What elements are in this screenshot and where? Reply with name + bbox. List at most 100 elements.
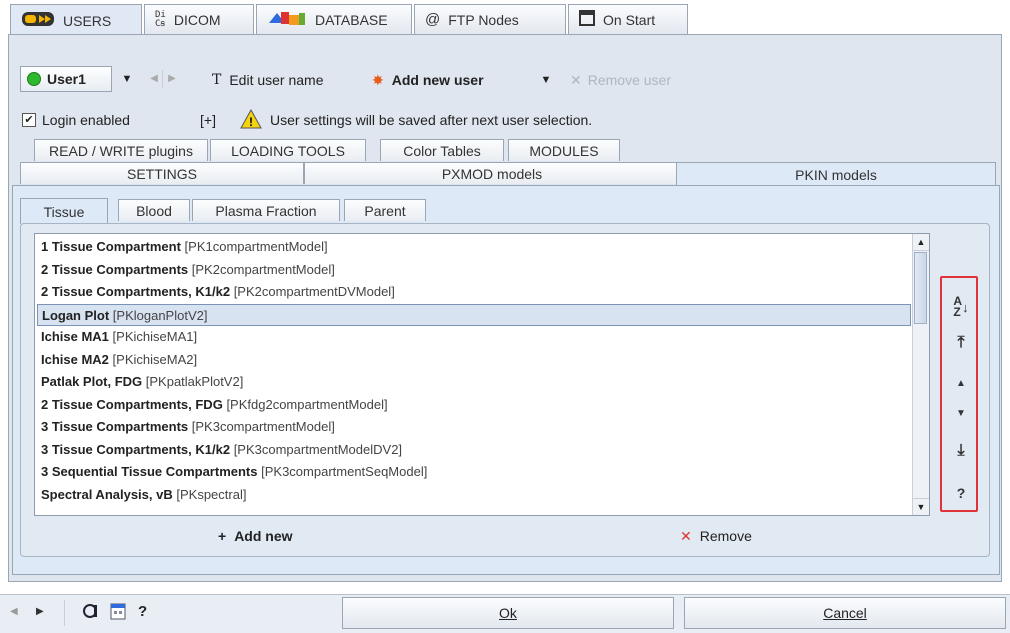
arrow-left-icon: ◀ [10, 606, 18, 617]
user-selector[interactable]: User1 [20, 66, 112, 92]
prev-user-button[interactable]: ◀ [146, 70, 163, 88]
model-name: 3 Tissue Compartments [41, 419, 189, 434]
tab-dicom-label: DICOM [173, 11, 221, 28]
list-item[interactable]: Spectral Analysis, vB [PKspectral] [37, 484, 911, 506]
user-dropdown-button[interactable]: ▼ [114, 66, 140, 92]
next-user-button[interactable]: ▶ [164, 70, 180, 88]
list-item[interactable]: 1 Tissue Compartment [PK1compartmentMode… [37, 236, 911, 258]
calendar-button[interactable] [110, 602, 126, 623]
model-id: [PKspectral] [176, 486, 247, 502]
list-item[interactable]: 2 Tissue Compartments [PK2compartmentMod… [37, 259, 911, 281]
close-icon: ✕ [680, 527, 692, 544]
list-item[interactable]: Logan Plot [PKloganPlotV2] [37, 303, 911, 326]
tab-label: Tissue [43, 203, 85, 220]
tab-label: READ / WRITE plugins [49, 142, 193, 159]
scroll-thumb[interactable] [914, 252, 927, 324]
arrow-up-icon: ▲ [916, 237, 926, 247]
close-icon: ✕ [570, 71, 582, 88]
tab-on-start-label: On Start [603, 11, 656, 28]
arrow-down-icon: ▼ [956, 407, 966, 419]
question-icon: ? [138, 603, 148, 620]
tab-pxmod-models[interactable]: PXMOD models [304, 162, 680, 184]
scrollbar[interactable]: ▲ ▼ [912, 234, 929, 515]
add-user-dropdown[interactable]: ▼ [536, 70, 556, 90]
warning-icon: ! [240, 108, 262, 132]
tab-read-write-plugins[interactable]: READ / WRITE plugins [34, 139, 208, 161]
login-enabled-label: Login enabled [42, 112, 130, 128]
ok-button[interactable]: Ok [342, 597, 674, 629]
tab-parent[interactable]: Parent [344, 199, 426, 221]
tab-on-start[interactable]: On Start [568, 4, 688, 34]
model-id: [PKichiseMA2] [112, 351, 198, 367]
plus-icon: + [218, 528, 227, 544]
add-new-button[interactable]: + Add new [218, 525, 293, 547]
tab-database-label: DATABASE [315, 11, 388, 28]
model-name: 2 Tissue Compartments, K1/k2 [41, 284, 231, 299]
arrow-right-icon: ▶ [36, 606, 44, 617]
list-item[interactable]: 3 Tissue Compartments, K1/k2 [PK3compart… [37, 439, 911, 461]
footer-help-button[interactable]: ? [138, 603, 147, 620]
move-top-icon: ⤒ [957, 334, 965, 351]
model-name: 1 Tissue Compartment [41, 239, 181, 254]
sort-button[interactable]: A Z ↓ [945, 292, 977, 322]
login-enabled-checkbox[interactable]: ✔ Login enabled [22, 110, 130, 130]
add-new-user-button[interactable]: ✸ Add new user [372, 70, 484, 90]
remove-user-button[interactable]: ✕ Remove user [570, 70, 671, 90]
list-item[interactable]: Patlak Plot, FDG [PKpatlakPlotV2] [37, 371, 911, 393]
warning-text: User settings will be saved after next u… [270, 112, 593, 128]
tab-blood[interactable]: Blood [118, 199, 190, 221]
model-name: Ichise MA2 [41, 351, 109, 367]
question-icon: ? [956, 485, 966, 501]
window-toggle-button[interactable] [82, 602, 100, 623]
help-button[interactable]: ? [945, 478, 977, 508]
remove-button[interactable]: ✕ Remove [680, 525, 752, 547]
arrow-down-icon: ▼ [916, 502, 926, 512]
calendar-icon [110, 603, 126, 623]
list-item[interactable]: 3 Sequential Tissue Compartments [PK3com… [37, 461, 911, 483]
move-to-bottom-button[interactable]: ⤓ [945, 436, 977, 466]
model-name: 3 Tissue Compartments, K1/k2 [41, 441, 231, 457]
tab-loading-tools[interactable]: LOADING TOOLS [210, 139, 366, 161]
tab-label: PXMOD models [441, 165, 543, 182]
tab-pkin-models[interactable]: PKIN models [676, 162, 996, 186]
green-dot-icon [27, 72, 41, 86]
edit-user-name-label: Edit user name [229, 72, 324, 88]
list-item[interactable]: 2 Tissue Compartments, K1/k2 [PK2compart… [37, 281, 911, 303]
model-name: Ichise MA1 [41, 329, 109, 344]
move-down-button[interactable]: ▼ [945, 398, 977, 428]
divider [64, 600, 65, 626]
list-item[interactable]: 2 Tissue Compartments, FDG [PKfdg2compar… [37, 394, 911, 416]
model-name: Patlak Plot, FDG [41, 374, 143, 389]
tab-settings[interactable]: SETTINGS [20, 162, 304, 184]
list-item[interactable]: 3 Tissue Compartments [PK3compartmentMod… [37, 416, 911, 438]
expand-toggle[interactable]: [+] [200, 110, 216, 130]
tab-color-tables[interactable]: Color Tables [380, 139, 504, 161]
edit-user-name-button[interactable]: T Edit user name [212, 70, 324, 90]
list-item[interactable]: Ichise MA1 [PKichiseMA1] [37, 326, 911, 348]
user-name: User1 [47, 71, 86, 87]
scroll-down-button[interactable]: ▼ [913, 498, 929, 515]
tab-database[interactable]: DATABASE [256, 4, 412, 34]
cancel-button[interactable]: Cancel [684, 597, 1006, 629]
tab-modules[interactable]: MODULES [508, 139, 620, 161]
list-item[interactable]: Ichise MA2 [PKichiseMA2] [37, 349, 911, 371]
next-button[interactable]: ▶ [36, 606, 44, 617]
prev-button[interactable]: ◀ [10, 606, 18, 617]
move-bottom-icon: ⤓ [957, 442, 965, 459]
tab-users-label: USERS [63, 12, 112, 29]
scroll-up-button[interactable]: ▲ [913, 234, 929, 251]
tab-label: SETTINGS [126, 165, 197, 182]
model-id: [PK1compartmentModel] [184, 239, 328, 254]
move-up-button[interactable]: ▲ [945, 368, 977, 398]
ok-label: Ok [499, 605, 517, 621]
at-icon: @ [425, 11, 441, 28]
tab-dicom[interactable]: Di Cꞩ DICOM [144, 4, 254, 34]
model-list[interactable]: 1 Tissue Compartment [PK1compartmentMode… [34, 233, 930, 516]
tab-tissue[interactable]: Tissue [20, 198, 108, 224]
tab-label: Plasma Fraction [215, 202, 317, 219]
move-to-top-button[interactable]: ⤒ [945, 328, 977, 358]
model-id: [PKpatlakPlotV2] [145, 374, 244, 389]
tab-plasma-fraction[interactable]: Plasma Fraction [192, 199, 340, 221]
tab-users[interactable]: USERS [10, 4, 142, 36]
tab-ftp-nodes[interactable]: @ FTP Nodes [414, 4, 566, 34]
